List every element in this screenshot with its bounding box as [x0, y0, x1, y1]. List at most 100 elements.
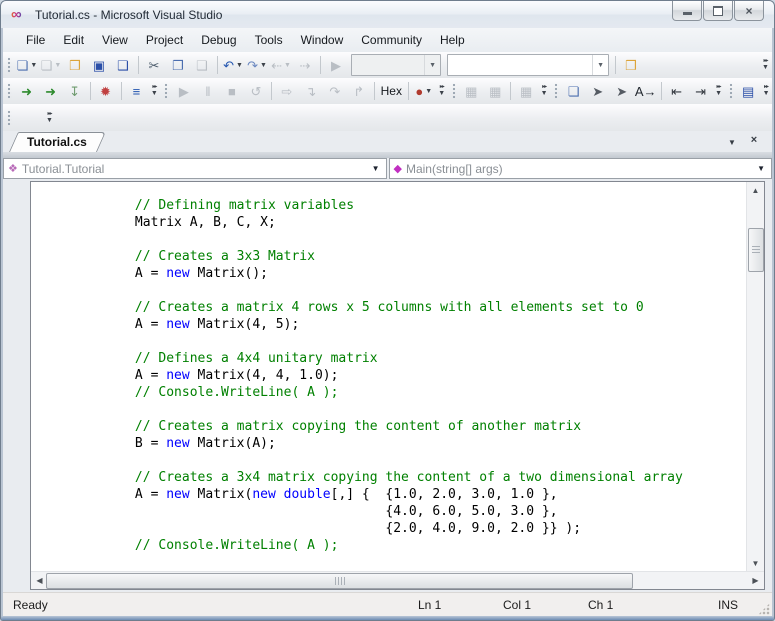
document-tab-strip: Tutorial.cs ▼ × [3, 131, 772, 152]
horizontal-scrollbar[interactable]: ◀ ▶ [31, 571, 764, 589]
toolbar-overflow-button[interactable]: ▸▸▼ [436, 80, 448, 102]
toolbar-overflow-button[interactable]: ▸▸▼ [713, 80, 725, 102]
scroll-down-arrow[interactable]: ▼ [747, 555, 764, 572]
resize-grip[interactable] [758, 603, 770, 615]
save-button[interactable]: ▣ [87, 54, 111, 76]
hex-display-button[interactable]: Hex [378, 80, 405, 102]
step-over-icon: ↷ [329, 85, 340, 98]
memory-window-1-button[interactable]: ▦ [459, 80, 483, 102]
add-new-item-button[interactable]: ❏▼ [39, 54, 63, 76]
step-out-button[interactable]: ↱ [347, 80, 371, 102]
code-line: // Console.WriteLine( A ); [41, 384, 747, 401]
stop-button[interactable]: ■ [220, 80, 244, 102]
active-files-dropdown-button[interactable]: ▼ [724, 134, 740, 150]
navigate-backward-button[interactable]: ⇠▼ [269, 54, 293, 76]
find-in-files-button[interactable]: ❒ [619, 54, 643, 76]
continue-button[interactable]: ▶ [172, 80, 196, 102]
surround-with-button[interactable]: ➤ [586, 80, 610, 102]
code-editor[interactable]: // Defining matrix variables Matrix A, B… [30, 181, 765, 590]
new-project-button[interactable]: ❏▼ [15, 54, 39, 76]
tab-tutorial-cs[interactable]: Tutorial.cs [9, 132, 97, 152]
close-document-button[interactable]: × [746, 134, 762, 146]
help-contents-button[interactable]: ▤ [736, 80, 760, 102]
toolbar-grip[interactable] [7, 83, 12, 99]
dropdown-arrow-icon: ▼ [54, 62, 61, 69]
close-button[interactable]: × [734, 1, 764, 21]
chevron-down-icon: ▼ [751, 164, 771, 173]
menu-file[interactable]: File [17, 30, 54, 50]
types-dropdown[interactable]: ❖ Tutorial.Tutorial ▼ [3, 158, 387, 179]
restart-icon: ↺ [250, 85, 261, 98]
code-area[interactable]: // Defining matrix variables Matrix A, B… [31, 182, 747, 572]
menu-project[interactable]: Project [137, 30, 192, 50]
restore-button[interactable] [703, 1, 733, 21]
breakpoint-glyph-button[interactable]: ●▼ [412, 80, 436, 102]
toolbar-grip[interactable] [452, 83, 457, 99]
code-line: // Creates a matrix 4 rows x 5 columns w… [41, 299, 747, 316]
window-title: Tutorial.cs - Microsoft Visual Studio [35, 8, 222, 22]
solution-configurations-combo[interactable]: ▼ [351, 54, 441, 76]
scroll-right-arrow[interactable]: ▶ [747, 572, 764, 589]
types-dropdown-value: Tutorial.Tutorial [22, 162, 366, 176]
toolbar-grip[interactable] [7, 57, 12, 73]
delete-memory-window-button[interactable]: ▦ [514, 80, 538, 102]
toolbar-grip[interactable] [729, 83, 734, 99]
toolbar-grip[interactable] [7, 110, 12, 126]
show-next-statement-button[interactable]: ⇨ [275, 80, 299, 102]
exceptions-button[interactable]: ✹ [94, 80, 118, 102]
step-out-icon: ↱ [353, 85, 364, 98]
cut-icon: ✂ [149, 59, 160, 72]
toolbar-grip[interactable] [554, 83, 559, 99]
menu-edit[interactable]: Edit [54, 30, 93, 50]
toolbar-overflow-button[interactable]: ▸▸▼ [148, 80, 160, 102]
menu-help[interactable]: Help [431, 30, 474, 50]
toolbar-overflow-button[interactable]: ▸▸▼ [759, 54, 772, 76]
step-over-button[interactable]: ↷ [323, 80, 347, 102]
cut-button[interactable]: ✂ [142, 54, 166, 76]
menu-tools[interactable]: Tools [246, 30, 292, 50]
increase-indent-button[interactable]: ⇥ [689, 80, 713, 102]
download-symbols-button[interactable]: ↧ [63, 80, 87, 102]
comment-block-button[interactable]: ❏ [562, 80, 586, 102]
visual-studio-window: ∞ Tutorial.cs - Microsoft Visual Studio … [0, 0, 775, 621]
menu-view[interactable]: View [93, 30, 137, 50]
memory-window-2-button[interactable]: ▦ [483, 80, 507, 102]
toolbar-separator [217, 56, 218, 74]
navigate-to-button[interactable]: A→ [634, 80, 658, 102]
copy-button[interactable]: ❐ [166, 54, 190, 76]
insert-snippet-button[interactable]: ➤ [610, 80, 634, 102]
step-out-process-button[interactable]: ➜ [39, 80, 63, 102]
toolbar-overflow-button[interactable]: ▸▸▼ [760, 80, 772, 102]
start-debugging-button[interactable]: ▶ [324, 54, 348, 76]
redo-button[interactable]: ↷▼ [245, 54, 269, 76]
undo-button[interactable]: ↶▼ [221, 54, 245, 76]
open-file-button[interactable]: ❒ [63, 54, 87, 76]
breakpoints-window-button[interactable]: ≡ [124, 80, 148, 102]
minimize-button[interactable] [672, 1, 702, 21]
members-dropdown[interactable]: ◆ Main(string[] args) ▼ [389, 158, 773, 179]
code-line: B = new Matrix(A); [41, 435, 747, 452]
vertical-scrollbar-thumb[interactable] [748, 228, 764, 272]
menu-debug[interactable]: Debug [192, 30, 245, 50]
menu-community[interactable]: Community [352, 30, 431, 50]
status-character: Ch 1 [588, 598, 613, 612]
find-combo[interactable]: ▼ [447, 54, 609, 76]
toolbar-overflow-button[interactable]: ▸▸▼ [43, 107, 56, 129]
vertical-scrollbar[interactable]: ▲ ▼ [746, 182, 764, 572]
pause-button[interactable]: ‖ [196, 80, 220, 102]
toolbar-grip[interactable] [164, 83, 169, 99]
restart-button[interactable]: ↺ [244, 80, 268, 102]
menu-window[interactable]: Window [292, 30, 353, 50]
save-all-button[interactable]: ❑ [111, 54, 135, 76]
increase-indent-icon: ⇥ [695, 85, 706, 98]
title-bar[interactable]: ∞ Tutorial.cs - Microsoft Visual Studio … [1, 1, 774, 28]
horizontal-scrollbar-thumb[interactable] [46, 573, 633, 589]
scroll-up-arrow[interactable]: ▲ [747, 182, 764, 199]
step-into-process-button[interactable]: ➜ [15, 80, 39, 102]
step-into-button[interactable]: ↴ [299, 80, 323, 102]
status-line: Ln 1 [418, 598, 441, 612]
decrease-indent-button[interactable]: ⇤ [665, 80, 689, 102]
navigate-forward-button[interactable]: ⇢ [293, 54, 317, 76]
toolbar-overflow-button[interactable]: ▸▸▼ [538, 80, 550, 102]
paste-button[interactable]: ❑ [190, 54, 214, 76]
